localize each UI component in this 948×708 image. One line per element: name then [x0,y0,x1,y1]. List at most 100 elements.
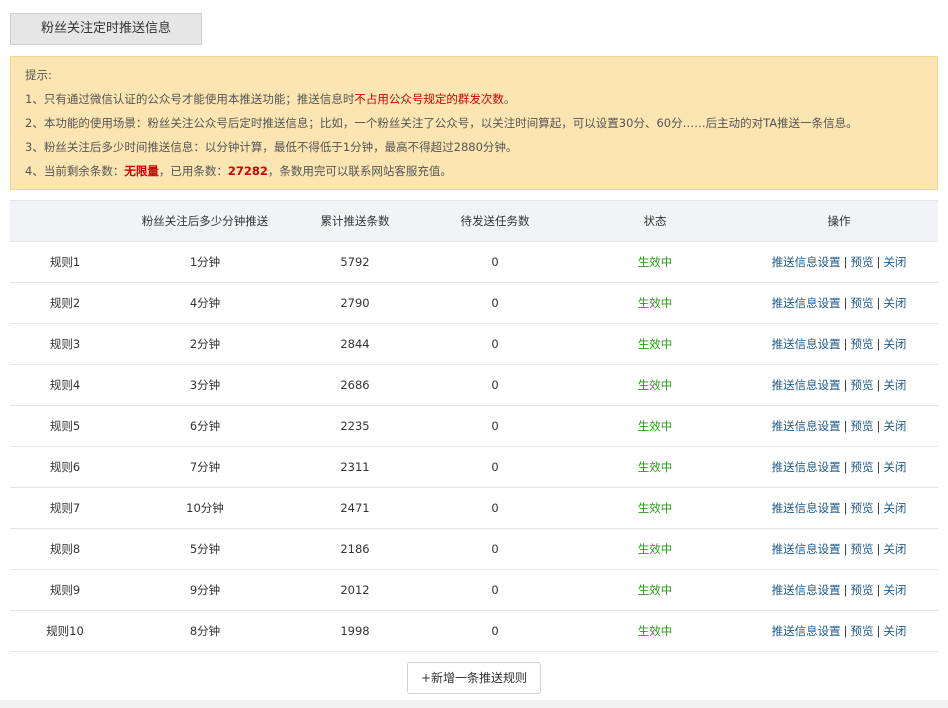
push-settings-link[interactable]: 推送信息设置 [772,337,841,351]
close-link[interactable]: 关闭 [883,624,906,638]
rule-minutes: 5分钟 [189,542,221,556]
close-link[interactable]: 关闭 [883,501,906,515]
rule-actions: 推送信息设置 | 预览 | 关闭 [740,254,938,270]
rule-name: 规则4 [49,378,81,392]
action-separator: | [876,624,881,638]
preview-link[interactable]: 预览 [851,296,874,310]
action-separator: | [876,583,881,597]
rule-actions: 推送信息设置 | 预览 | 关闭 [740,377,938,393]
rule-total-pushed: 2844 [340,337,370,351]
action-separator: | [843,460,848,474]
rule-status: 生效中 [637,542,673,556]
preview-link[interactable]: 预览 [851,255,874,269]
push-settings-link[interactable]: 推送信息设置 [772,542,841,556]
remaining-count: 无限量 [124,164,159,178]
rule-minutes: 10分钟 [186,501,224,515]
add-push-rule-button[interactable]: +新增一条推送规则 [407,662,541,694]
rule-status: 生效中 [637,460,673,474]
rule-status: 生效中 [637,337,673,351]
notice-line-4-text: 4、当前剩余条数： [25,164,125,178]
rule-name: 规则6 [49,460,81,474]
rule-status: 生效中 [637,583,673,597]
rule-name: 规则10 [46,624,84,638]
rules-table: 粉丝关注后多少分钟推送 累计推送条数 待发送任务数 状态 操作 规则1 1分钟 57… [10,200,938,652]
used-count: 27282 [227,164,268,178]
action-separator: | [876,255,881,269]
table-row: 规则1 1分钟 5792 0 生效中 推送信息设置 | 预览 | 关闭 [10,242,938,283]
table-header-row: 粉丝关注后多少分钟推送 累计推送条数 待发送任务数 状态 操作 [10,200,938,242]
action-separator: | [843,337,848,351]
rule-name: 规则7 [49,501,81,515]
table-row: 规则4 3分钟 2686 0 生效中 推送信息设置 | 预览 | 关闭 [10,365,938,406]
tab-fan-follow-push[interactable]: 粉丝关注定时推送信息 [10,13,202,45]
rule-total-pushed: 2311 [340,460,370,474]
notice-panel: 提示: 1、只有通过微信认证的公众号才能使用本推送功能；推送信息时不占用公众号规… [10,56,938,190]
preview-link[interactable]: 预览 [851,583,874,597]
rule-pending-tasks: 0 [491,583,499,597]
preview-link[interactable]: 预览 [851,460,874,474]
rule-status: 生效中 [637,296,673,310]
push-settings-link[interactable]: 推送信息设置 [772,460,841,474]
preview-link[interactable]: 预览 [851,624,874,638]
action-separator: | [843,624,848,638]
preview-link[interactable]: 预览 [851,501,874,515]
rule-actions: 推送信息设置 | 预览 | 关闭 [740,336,938,352]
rule-total-pushed: 5792 [340,255,370,269]
rule-pending-tasks: 0 [491,542,499,556]
column-header-actions: 操作 [827,214,851,228]
table-row: 规则9 9分钟 2012 0 生效中 推送信息设置 | 预览 | 关闭 [10,570,938,611]
rule-minutes: 9分钟 [189,583,221,597]
bottom-scroll-area [0,700,948,708]
preview-link[interactable]: 预览 [851,378,874,392]
action-separator: | [843,296,848,310]
push-settings-link[interactable]: 推送信息设置 [772,419,841,433]
rule-name: 规则3 [49,337,81,351]
rule-total-pushed: 2790 [340,296,370,310]
push-settings-link[interactable]: 推送信息设置 [772,501,841,515]
rule-minutes: 6分钟 [189,419,221,433]
close-link[interactable]: 关闭 [883,378,906,392]
preview-link[interactable]: 预览 [851,542,874,556]
rule-status: 生效中 [637,419,673,433]
table-row: 规则7 10分钟 2471 0 生效中 推送信息设置 | 预览 | 关闭 [10,488,938,529]
rule-pending-tasks: 0 [491,460,499,474]
action-separator: | [843,419,848,433]
close-link[interactable]: 关闭 [883,419,906,433]
rule-status: 生效中 [637,378,673,392]
rule-name: 规则9 [49,583,81,597]
rule-minutes: 3分钟 [189,378,221,392]
push-settings-link[interactable]: 推送信息设置 [772,583,841,597]
rule-actions: 推送信息设置 | 预览 | 关闭 [740,459,938,475]
action-separator: | [876,337,881,351]
notice-line-2: 2、本功能的使用场景：粉丝关注公众号后定时推送信息；比如，一个粉丝关注了公众号，… [25,116,858,130]
table-row: 规则8 5分钟 2186 0 生效中 推送信息设置 | 预览 | 关闭 [10,529,938,570]
notice-line-4-end: ，条数用完可以联系网站客服充值。 [267,164,452,178]
rule-pending-tasks: 0 [491,419,499,433]
table-row: 规则3 2分钟 2844 0 生效中 推送信息设置 | 预览 | 关闭 [10,324,938,365]
notice-line-4: 4、当前剩余条数：无限量，已用条数：27282，条数用完可以联系网站客服充值。 [25,161,937,185]
rule-total-pushed: 2186 [340,542,370,556]
notice-title: 提示: [25,68,52,82]
rule-total-pushed: 1998 [340,624,370,638]
close-link[interactable]: 关闭 [883,542,906,556]
table-row: 规则2 4分钟 2790 0 生效中 推送信息设置 | 预览 | 关闭 [10,283,938,324]
close-link[interactable]: 关闭 [883,460,906,474]
push-settings-link[interactable]: 推送信息设置 [772,296,841,310]
rule-minutes: 1分钟 [189,255,221,269]
notice-line-4-mid: ，已用条数： [158,164,228,178]
push-settings-link[interactable]: 推送信息设置 [772,255,841,269]
action-separator: | [843,378,848,392]
close-link[interactable]: 关闭 [883,296,906,310]
rule-pending-tasks: 0 [491,624,499,638]
close-link[interactable]: 关闭 [883,583,906,597]
preview-link[interactable]: 预览 [851,337,874,351]
rule-name: 规则8 [49,542,81,556]
close-link[interactable]: 关闭 [883,255,906,269]
preview-link[interactable]: 预览 [851,419,874,433]
rule-status: 生效中 [637,501,673,515]
push-settings-link[interactable]: 推送信息设置 [772,378,841,392]
push-settings-link[interactable]: 推送信息设置 [772,624,841,638]
close-link[interactable]: 关闭 [883,337,906,351]
rule-minutes: 7分钟 [189,460,221,474]
rule-status: 生效中 [637,624,673,638]
